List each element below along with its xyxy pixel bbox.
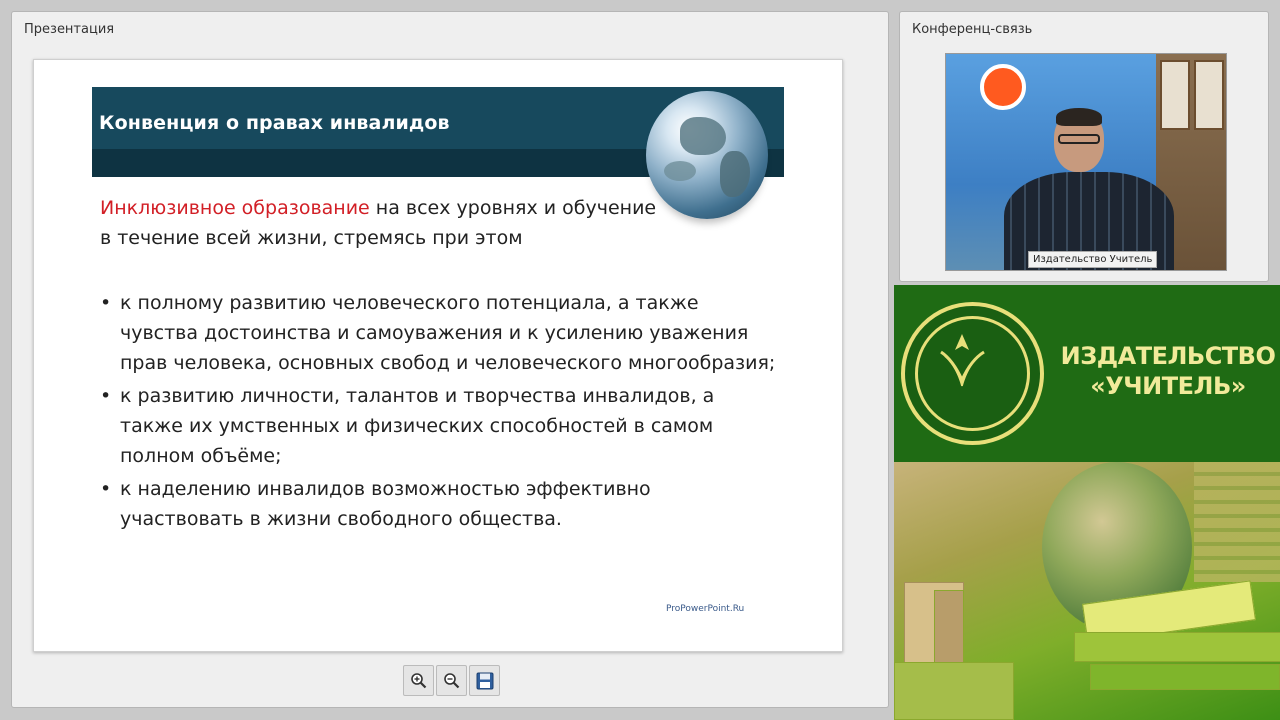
conference-panel-title: Конференц-связь [912,22,1033,37]
save-button[interactable] [469,665,500,696]
publisher-banner: ИЗДАТЕЛЬСТВО «УЧИТЕЛЬ» [894,285,1280,462]
video-caption: Издательство Учитель [1028,251,1158,268]
publisher-name-line1: ИЗДАТЕЛЬСТВО [1060,342,1276,370]
presentation-toolbar [403,665,500,696]
slide-intro: Инклюзивное образование на всех уровнях … [100,193,660,253]
save-icon [476,672,493,689]
books-decorative-image [894,462,1280,720]
zoom-out-icon [443,672,459,688]
publisher-logo [901,302,1044,445]
publisher-name: ИЗДАТЕЛЬСТВО «УЧИТЕЛЬ» [1060,341,1276,401]
bullet-list: к полному развитию человеческого потенци… [100,288,780,537]
video-feed[interactable]: Издательство Учитель [945,53,1227,271]
conference-panel: Конференц-связь Издательство Учитель [899,11,1269,282]
globe-image [646,91,768,219]
slide-title: Конвенция о правах инвалидов [99,112,450,134]
slide-watermark: ProPowerPoint.Ru [666,604,745,614]
slide: Конвенция о правах инвалидов Инклюзивное… [33,59,843,652]
zoom-out-button[interactable] [436,665,467,696]
zoom-in-icon [410,672,426,688]
book-logo-icon [940,334,985,387]
bullet-item: к наделению инвалидов возможностью эффек… [100,474,780,534]
presentation-panel-title: Презентация [24,22,115,37]
zoom-in-button[interactable] [403,665,434,696]
intro-highlight: Инклюзивное образование [100,197,370,219]
bullet-item: к развитию личности, талантов и творчест… [100,381,780,471]
presentation-panel: Презентация Конвенция о правах инвалидов… [11,11,889,708]
publisher-name-line2: «УЧИТЕЛЬ» [1090,372,1246,400]
bullet-item: к полному развитию человеческого потенци… [100,288,780,378]
